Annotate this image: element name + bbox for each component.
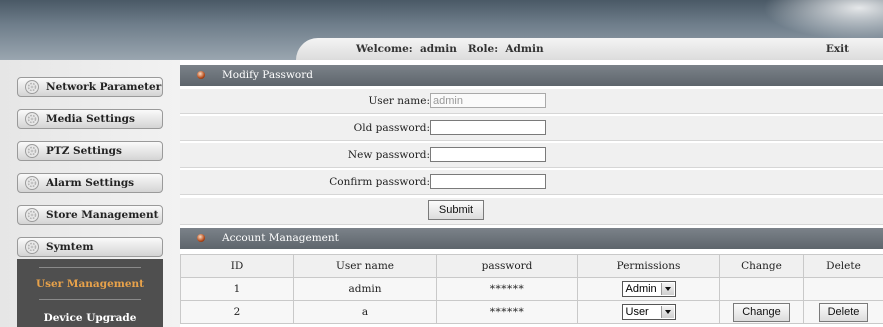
submit-row: Submit (180, 198, 883, 225)
sidebar-item-label: PTZ Settings (46, 145, 122, 157)
cell-user-name: admin (293, 277, 437, 301)
column-header-change: Change (719, 254, 804, 278)
sidebar-item-label: Store Management (46, 209, 159, 221)
exit-link[interactable]: Exit (826, 43, 849, 55)
sidebar: Network Parameter Media Settings PTZ Set… (0, 60, 180, 327)
confirm-password-label: Confirm password: (329, 176, 430, 188)
old-password-row: Old password: (180, 116, 883, 141)
confirm-password-field[interactable] (430, 174, 546, 189)
cell-permissions: Admin (577, 277, 720, 301)
confirm-password-row: Confirm password: (180, 170, 883, 195)
dropdown-arrow-icon (660, 283, 674, 295)
sidebar-item-store-management[interactable]: Store Management (17, 205, 163, 225)
top-banner: Welcome: admin Role: Admin Exit (0, 0, 883, 60)
old-password-field[interactable] (430, 120, 546, 135)
gear-icon (25, 80, 39, 94)
table-row: 1 admin ****** Admin (180, 277, 883, 301)
cell-id: 1 (180, 277, 294, 301)
system-submenu: User Management Device Upgrade (17, 259, 163, 327)
table-row: 2 a ****** User Change Delete (180, 300, 883, 324)
user-name-label: User name: (368, 95, 430, 107)
gear-icon (25, 112, 39, 126)
modify-password-header: Modify Password (180, 65, 883, 86)
gear-icon (25, 208, 39, 222)
column-header-id: ID (180, 254, 294, 278)
submenu-divider (39, 267, 141, 268)
cell-password: ****** (436, 277, 578, 301)
welcome-text: Welcome: admin Role: Admin (356, 43, 544, 55)
sidebar-item-system[interactable]: Symtem (17, 237, 163, 257)
new-password-field[interactable] (430, 147, 546, 162)
account-table: ID User name password Permissions Change… (180, 254, 883, 324)
new-password-label: New password: (347, 149, 430, 161)
submit-button[interactable]: Submit (428, 200, 484, 220)
cell-user-name: a (293, 300, 437, 324)
bullet-icon (197, 234, 205, 242)
submenu-divider (39, 299, 141, 300)
delete-button[interactable]: Delete (818, 302, 869, 322)
dropdown-arrow-icon (660, 306, 674, 318)
cell-delete: Delete (803, 300, 883, 324)
cell-delete (803, 277, 883, 301)
column-header-password: password (436, 254, 578, 278)
section-title: Account Management (222, 232, 339, 244)
table-header-row: ID User name password Permissions Change… (180, 254, 883, 278)
submenu-user-management[interactable]: User Management (17, 278, 163, 290)
user-name-row: User name: (180, 89, 883, 114)
submenu-device-upgrade[interactable]: Device Upgrade (17, 312, 163, 324)
sidebar-item-media-settings[interactable]: Media Settings (17, 109, 163, 129)
bullet-icon (197, 71, 205, 79)
permission-select[interactable]: Admin (621, 281, 676, 297)
permission-value: Admin (625, 283, 657, 295)
column-header-user-name: User name (293, 254, 437, 278)
permission-value: User (625, 306, 649, 318)
sidebar-item-label: Symtem (46, 241, 94, 253)
sidebar-item-alarm-settings[interactable]: Alarm Settings (17, 173, 163, 193)
cell-permissions: User (577, 300, 720, 324)
section-title: Modify Password (222, 69, 313, 81)
cell-id: 2 (180, 300, 294, 324)
column-header-delete: Delete (803, 254, 883, 278)
new-password-row: New password: (180, 143, 883, 168)
sidebar-item-ptz-settings[interactable]: PTZ Settings (17, 141, 163, 161)
old-password-label: Old password: (353, 122, 430, 134)
cell-password: ****** (436, 300, 578, 324)
sidebar-item-label: Network Parameter (46, 81, 162, 93)
sidebar-item-network-parameter[interactable]: Network Parameter (17, 77, 163, 97)
gear-icon (25, 176, 39, 190)
gear-icon (25, 144, 39, 158)
welcome-bar: Welcome: admin Role: Admin Exit (296, 38, 883, 60)
user-name-field (430, 93, 546, 108)
main-content: Modify Password User name: Old password:… (180, 60, 883, 327)
column-header-permissions: Permissions (577, 254, 720, 278)
gear-icon (25, 240, 39, 254)
permission-select[interactable]: User (621, 304, 676, 320)
account-management-header: Account Management (180, 228, 883, 249)
banner-glow (763, 0, 883, 40)
change-button[interactable]: Change (733, 302, 790, 322)
sidebar-item-label: Media Settings (46, 113, 135, 125)
cell-change: Change (719, 300, 804, 324)
sidebar-item-label: Alarm Settings (46, 177, 135, 189)
cell-change (719, 277, 804, 301)
